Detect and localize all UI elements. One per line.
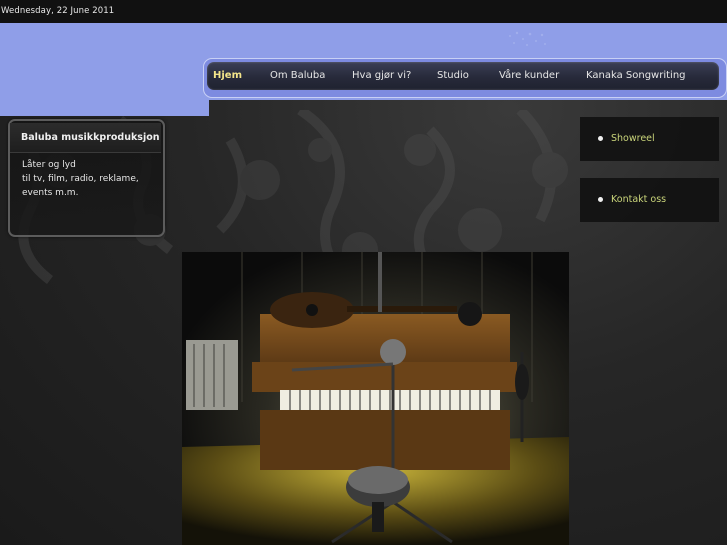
nav-item-hjem[interactable]: Hjem (213, 62, 242, 90)
kontakt-oss-link[interactable]: Kontakt oss (611, 178, 666, 222)
showreel-link[interactable]: Showreel (611, 117, 655, 161)
nav-item-om-baluba[interactable]: Om Baluba (270, 62, 325, 90)
info-box-text: Låter og lyd til tv, film, radio, reklam… (22, 158, 139, 200)
nav-item-kanaka-songwriting[interactable]: Kanaka Songwriting (586, 62, 686, 90)
current-date: Wednesday, 22 June 2011 (1, 6, 115, 16)
info-line: Låter og lyd (22, 160, 76, 170)
studio-photo (182, 252, 569, 545)
nav-item-hva-gjor-vi[interactable]: Hva gjør vi? (352, 62, 411, 90)
info-line: events m.m. (22, 188, 79, 198)
sidebar-box-showreel: Showreel (580, 117, 719, 161)
header-decoration (509, 31, 546, 46)
nav-item-vare-kunder[interactable]: Våre kunder (499, 62, 559, 90)
studio-photo-illustration (182, 252, 569, 545)
bullet-icon (598, 197, 603, 202)
bullet-icon (598, 136, 603, 141)
sidebar-box-kontakt: Kontakt oss (580, 178, 719, 222)
nav-item-studio[interactable]: Studio (437, 62, 469, 90)
main-navigation: Hjem Om Baluba Hva gjør vi? Studio Våre … (207, 62, 719, 90)
top-bar: Wednesday, 22 June 2011 (0, 0, 727, 23)
info-box: Baluba musikkproduksjon Låter og lyd til… (8, 119, 165, 237)
info-box-title: Baluba musikkproduksjon (10, 123, 161, 153)
logo-area (0, 23, 209, 116)
info-line: til tv, film, radio, reklame, (22, 174, 139, 184)
